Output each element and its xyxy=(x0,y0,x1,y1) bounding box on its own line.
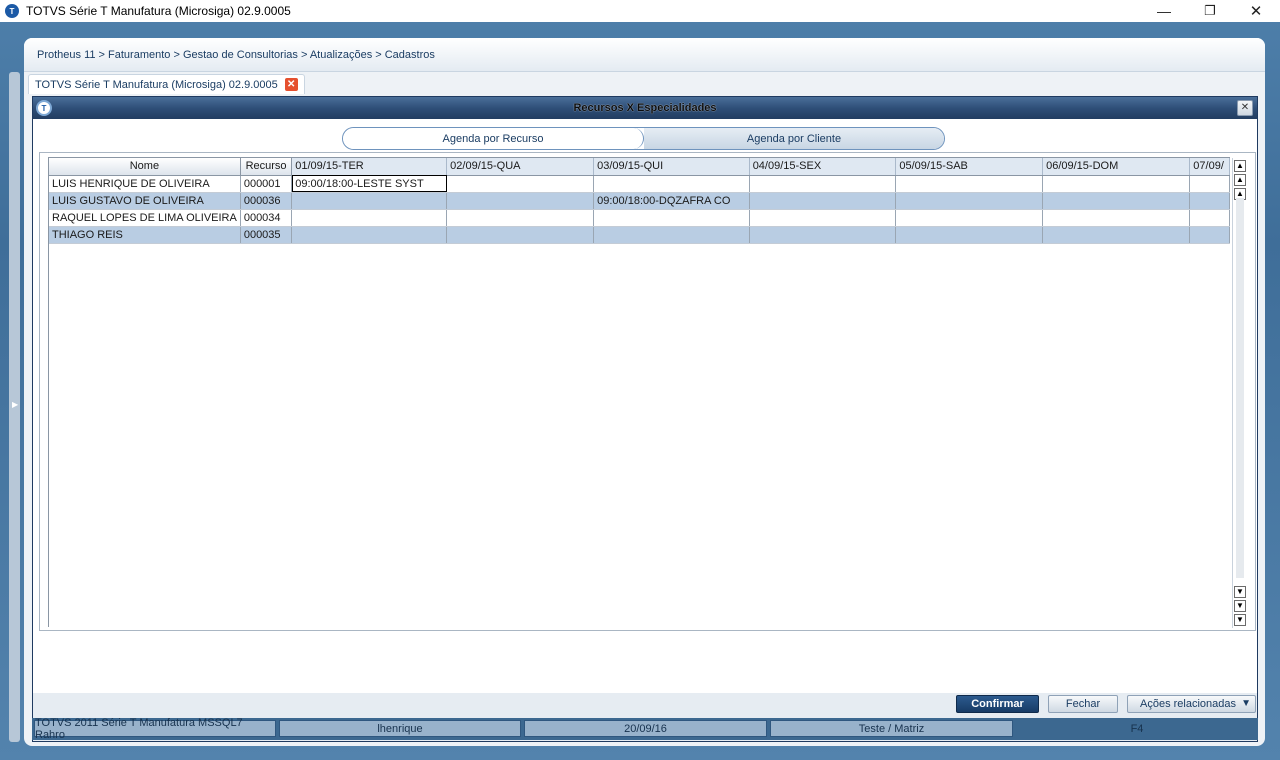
column-header-nome[interactable]: Nome xyxy=(49,158,241,176)
confirm-button[interactable]: Confirmar xyxy=(956,695,1039,713)
schedule-cell[interactable] xyxy=(446,209,595,227)
schedule-cell[interactable] xyxy=(593,209,750,227)
status-environment: Teste / Matriz xyxy=(770,720,1013,737)
column-header-recurso[interactable]: Recurso xyxy=(240,158,293,176)
totvs-app-icon: T xyxy=(5,4,19,18)
dialog-title: Recursos X Especialidades xyxy=(573,102,717,114)
schedule-cell[interactable] xyxy=(749,192,897,210)
related-actions-label: Ações relacionadas xyxy=(1140,698,1237,710)
schedule-cell[interactable] xyxy=(749,226,897,244)
schedule-cell[interactable] xyxy=(593,175,750,193)
schedule-cell[interactable] xyxy=(291,226,448,244)
dialog-close-button[interactable]: ✕ xyxy=(1237,100,1253,116)
table-row[interactable]: LUIS GUSTAVO DE OLIVEIRA 000036 09:00/18… xyxy=(49,192,1230,210)
close-tab-icon[interactable]: ✕ xyxy=(284,78,298,91)
vertical-scrollbar[interactable]: ▲ ▲ ▲ ▼ ▼ ▼ xyxy=(1232,158,1247,628)
column-header-date[interactable]: 05/09/15-SAB xyxy=(895,158,1044,176)
schedule-cell[interactable] xyxy=(1189,226,1230,244)
scroll-page-down-icon[interactable]: ▼ xyxy=(1234,600,1246,612)
schedule-cell[interactable] xyxy=(749,209,897,227)
status-shortcut-key: F4 xyxy=(1130,722,1144,735)
close-button[interactable]: Fechar xyxy=(1048,695,1118,713)
minimize-button[interactable]: — xyxy=(1141,0,1187,22)
schedule-cell[interactable] xyxy=(446,192,595,210)
schedule-cell[interactable] xyxy=(593,226,750,244)
status-product: TOTVS 2011 Série T Manufatura MSSQL7 Rah… xyxy=(34,717,276,741)
document-tab-label: TOTVS Série T Manufatura (Microsiga) 02.… xyxy=(35,78,278,91)
dialog-header: T Recursos X Especialidades ✕ xyxy=(33,97,1257,119)
cell-recurso[interactable]: 000001 xyxy=(240,175,293,193)
status-user: lhenrique xyxy=(279,720,521,737)
scroll-down-icon[interactable]: ▼ xyxy=(1234,586,1246,598)
close-window-button[interactable]: ✕ xyxy=(1233,0,1279,22)
schedule-cell[interactable] xyxy=(291,209,448,227)
schedule-grid: Nome Recurso 01/09/15-TER 02/09/15-QUA 0… xyxy=(48,157,1230,627)
table-header-row: Nome Recurso 01/09/15-TER 02/09/15-QUA 0… xyxy=(49,158,1230,176)
agenda-por-cliente-tab[interactable]: Agenda por Cliente xyxy=(644,128,944,149)
schedule-cell[interactable] xyxy=(895,209,1044,227)
scroll-bottom-icon[interactable]: ▼ xyxy=(1234,614,1246,626)
column-header-date[interactable]: 01/09/15-TER xyxy=(291,158,448,176)
breadcrumb[interactable]: Protheus 11 > Faturamento > Gestao de Co… xyxy=(37,49,435,61)
maximize-button[interactable]: ❐ xyxy=(1187,0,1233,22)
column-header-date[interactable]: 04/09/15-SEX xyxy=(749,158,897,176)
cell-nome[interactable]: THIAGO REIS xyxy=(49,226,241,244)
schedule-cell[interactable] xyxy=(446,175,595,193)
schedule-cell[interactable] xyxy=(1042,209,1191,227)
schedule-cell[interactable] xyxy=(1189,209,1230,227)
schedule-cell[interactable] xyxy=(1042,175,1191,193)
scroll-page-up-icon[interactable]: ▲ xyxy=(1234,174,1246,186)
agenda-toggle: Agenda por Recurso Agenda por Cliente xyxy=(342,127,945,150)
table-row[interactable]: THIAGO REIS 000035 xyxy=(49,226,1230,244)
scroll-track[interactable] xyxy=(1236,198,1244,578)
table-row[interactable]: RAQUEL LOPES DE LIMA OLIVEIRA 000034 xyxy=(49,209,1230,227)
chevron-down-icon: ▼ xyxy=(1241,698,1251,709)
cell-nome[interactable]: RAQUEL LOPES DE LIMA OLIVEIRA xyxy=(49,209,241,227)
table-row[interactable]: LUIS HENRIQUE DE OLIVEIRA 000001 09:00/1… xyxy=(49,175,1230,193)
column-header-date[interactable]: 03/09/15-QUI xyxy=(593,158,750,176)
expand-arrow-icon[interactable]: ▶ xyxy=(12,400,18,409)
cell-nome[interactable]: LUIS GUSTAVO DE OLIVEIRA xyxy=(49,192,241,210)
schedule-cell[interactable]: 09:00/18:00-DQZAFRA CO xyxy=(593,192,750,210)
agenda-por-recurso-tab[interactable]: Agenda por Recurso xyxy=(343,128,644,149)
window-title: TOTVS Série T Manufatura (Microsiga) 02.… xyxy=(26,4,291,18)
cell-recurso[interactable]: 000034 xyxy=(240,209,293,227)
schedule-cell[interactable] xyxy=(895,226,1044,244)
schedule-table: Nome Recurso 01/09/15-TER 02/09/15-QUA 0… xyxy=(49,158,1230,244)
cell-nome[interactable]: LUIS HENRIQUE DE OLIVEIRA xyxy=(49,175,241,193)
cell-recurso[interactable]: 000036 xyxy=(240,192,293,210)
column-header-date[interactable]: 06/09/15-DOM xyxy=(1042,158,1191,176)
dialog-app-icon: T xyxy=(36,100,52,116)
schedule-cell[interactable] xyxy=(749,175,897,193)
column-header-date[interactable]: 07/09/ xyxy=(1189,158,1230,176)
os-title-bar: T TOTVS Série T Manufatura (Microsiga) 0… xyxy=(0,0,1280,22)
column-header-date[interactable]: 02/09/15-QUA xyxy=(446,158,595,176)
status-date: 20/09/16 xyxy=(524,720,767,737)
schedule-cell-selected[interactable]: 09:00/18:00-LESTE SYST xyxy=(291,175,448,193)
schedule-cell[interactable] xyxy=(895,192,1044,210)
schedule-cell[interactable] xyxy=(1189,192,1230,210)
document-tab[interactable]: TOTVS Série T Manufatura (Microsiga) 02.… xyxy=(28,74,305,94)
resources-dialog: T Recursos X Especialidades ✕ Agenda por… xyxy=(32,96,1258,742)
scroll-top-icon[interactable]: ▲ xyxy=(1234,160,1246,172)
schedule-cell[interactable] xyxy=(895,175,1044,193)
related-actions-button[interactable]: Ações relacionadas ▼ xyxy=(1127,695,1256,713)
schedule-cell[interactable] xyxy=(1042,226,1191,244)
schedule-cell[interactable] xyxy=(1042,192,1191,210)
schedule-cell[interactable] xyxy=(291,192,448,210)
cell-recurso[interactable]: 000035 xyxy=(240,226,293,244)
schedule-cell[interactable] xyxy=(1189,175,1230,193)
schedule-cell[interactable] xyxy=(446,226,595,244)
